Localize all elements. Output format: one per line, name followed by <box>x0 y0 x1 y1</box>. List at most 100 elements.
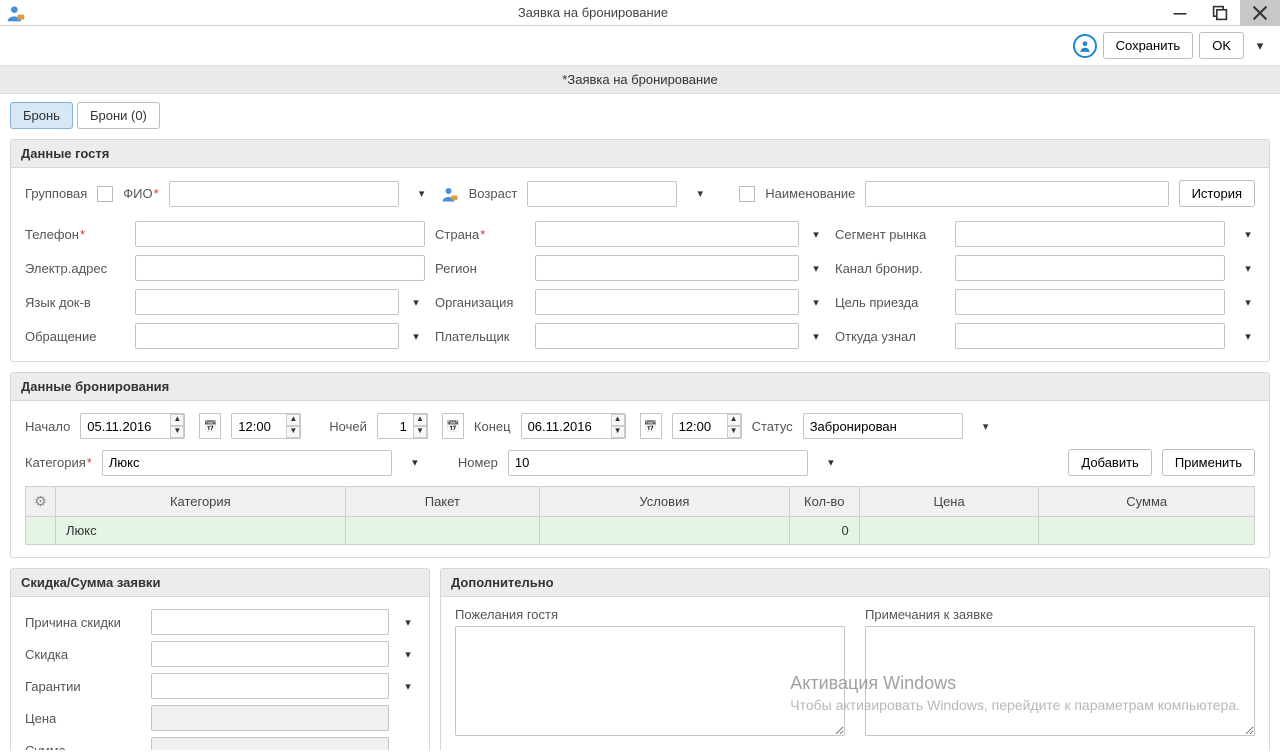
user-avatar-icon[interactable] <box>1073 34 1097 58</box>
start-date-input[interactable] <box>80 413 170 439</box>
booking-panel-header: Данные бронирования <box>11 373 1269 401</box>
room-dropdown[interactable] <box>822 450 840 476</box>
gear-icon[interactable] <box>34 494 47 509</box>
sum-input <box>151 737 389 750</box>
col-price: Цена <box>859 487 1039 517</box>
age-label: Возраст <box>469 186 518 201</box>
maximize-button[interactable] <box>1200 0 1240 26</box>
additional-panel: Дополнительно Пожелания гостя Примечания… <box>440 568 1270 750</box>
region-input[interactable] <box>535 255 799 281</box>
guarantee-input[interactable] <box>151 673 389 699</box>
end-time-input[interactable] <box>672 413 727 439</box>
category-dropdown[interactable] <box>406 450 424 476</box>
country-input[interactable] <box>535 221 799 247</box>
start-date-spinner[interactable]: ▲▼ <box>170 413 185 439</box>
guest-panel: Данные гостя Групповая ФИО Возраст Наиме… <box>10 139 1270 362</box>
wishes-textarea[interactable] <box>455 626 845 736</box>
region-dropdown[interactable] <box>807 255 825 281</box>
email-input[interactable] <box>135 255 425 281</box>
apply-button[interactable]: Применить <box>1162 449 1255 476</box>
end-date-spinner[interactable]: ▲▼ <box>611 413 626 439</box>
segment-input[interactable] <box>955 221 1225 247</box>
group-checkbox[interactable] <box>97 186 113 202</box>
organization-input[interactable] <box>535 289 799 315</box>
tab-booking[interactable]: Бронь <box>10 102 73 129</box>
org-checkbox[interactable] <box>739 186 755 202</box>
fio-input[interactable] <box>169 181 399 207</box>
person-icon <box>441 185 459 203</box>
nights-spinner[interactable]: ▲▼ <box>413 413 428 439</box>
salutation-dropdown[interactable] <box>407 323 425 349</box>
toolbar-menu-caret[interactable]: ▾ <box>1250 38 1270 54</box>
sum-label: Сумма <box>25 743 145 751</box>
history-button[interactable]: История <box>1179 180 1255 207</box>
group-label: Групповая <box>25 186 87 201</box>
window-title: Заявка на бронирование <box>26 5 1160 20</box>
room-input[interactable] <box>508 450 808 476</box>
start-time-spinner[interactable]: ▲▼ <box>286 413 301 439</box>
content-area: Бронь Брони (0) Данные гостя Групповая Ф… <box>0 94 1280 750</box>
channel-input[interactable] <box>955 255 1225 281</box>
payer-input[interactable] <box>535 323 799 349</box>
purpose-input[interactable] <box>955 289 1225 315</box>
channel-label: Канал бронир. <box>835 261 945 276</box>
phone-label: Телефон <box>25 227 125 242</box>
close-button[interactable] <box>1240 0 1280 26</box>
wishes-label: Пожелания гостя <box>455 607 845 622</box>
doclang-dropdown[interactable] <box>407 289 425 315</box>
reason-label: Причина скидки <box>25 615 145 630</box>
country-dropdown[interactable] <box>807 221 825 247</box>
col-qty: Кол-во <box>789 487 859 517</box>
reason-dropdown[interactable] <box>399 609 417 635</box>
segment-dropdown[interactable] <box>1239 221 1257 247</box>
org-name-input[interactable] <box>865 181 1168 207</box>
status-input[interactable] <box>803 413 963 439</box>
category-input[interactable] <box>102 450 392 476</box>
age-dropdown[interactable] <box>691 181 709 207</box>
toolbar: Сохранить OK ▾ <box>0 26 1280 66</box>
heardfrom-dropdown[interactable] <box>1239 323 1257 349</box>
salutation-label: Обращение <box>25 329 125 344</box>
add-button[interactable]: Добавить <box>1068 449 1151 476</box>
heardfrom-input[interactable] <box>955 323 1225 349</box>
cell-price <box>859 517 1039 545</box>
fio-label: ФИО <box>123 186 158 201</box>
payer-dropdown[interactable] <box>807 323 825 349</box>
cell-conditions <box>539 517 789 545</box>
guarantee-dropdown[interactable] <box>399 673 417 699</box>
minimize-button[interactable] <box>1160 0 1200 26</box>
age-input[interactable] <box>527 181 677 207</box>
doclang-input[interactable] <box>135 289 399 315</box>
nights-calendar-icon[interactable] <box>442 413 464 439</box>
payer-label: Плательщик <box>435 329 525 344</box>
segment-label: Сегмент рынка <box>835 227 945 242</box>
nights-input[interactable] <box>377 413 413 439</box>
discount-input[interactable] <box>151 641 389 667</box>
tab-bookings-list[interactable]: Брони (0) <box>77 102 160 129</box>
salutation-input[interactable] <box>135 323 399 349</box>
organization-dropdown[interactable] <box>807 289 825 315</box>
status-dropdown[interactable] <box>977 413 995 439</box>
purpose-dropdown[interactable] <box>1239 289 1257 315</box>
discount-dropdown[interactable] <box>399 641 417 667</box>
start-date-calendar-icon[interactable] <box>199 413 221 439</box>
ok-button[interactable]: OK <box>1199 32 1244 59</box>
start-time-input[interactable] <box>231 413 286 439</box>
notes-textarea[interactable] <box>865 626 1255 736</box>
country-label: Страна <box>435 227 525 242</box>
fio-dropdown[interactable] <box>413 181 431 207</box>
end-date-input[interactable] <box>521 413 611 439</box>
guarantee-label: Гарантии <box>25 679 145 694</box>
phone-input[interactable] <box>135 221 425 247</box>
reason-input[interactable] <box>151 609 389 635</box>
cell-package <box>345 517 539 545</box>
region-label: Регион <box>435 261 525 276</box>
save-button[interactable]: Сохранить <box>1103 32 1194 59</box>
org-name-label: Наименование <box>765 186 855 201</box>
end-label: Конец <box>474 419 511 434</box>
end-time-spinner[interactable]: ▲▼ <box>727 413 742 439</box>
title-bar: Заявка на бронирование <box>0 0 1280 26</box>
channel-dropdown[interactable] <box>1239 255 1257 281</box>
table-row[interactable]: Люкс 0 <box>26 517 1255 545</box>
end-date-calendar-icon[interactable] <box>640 413 662 439</box>
